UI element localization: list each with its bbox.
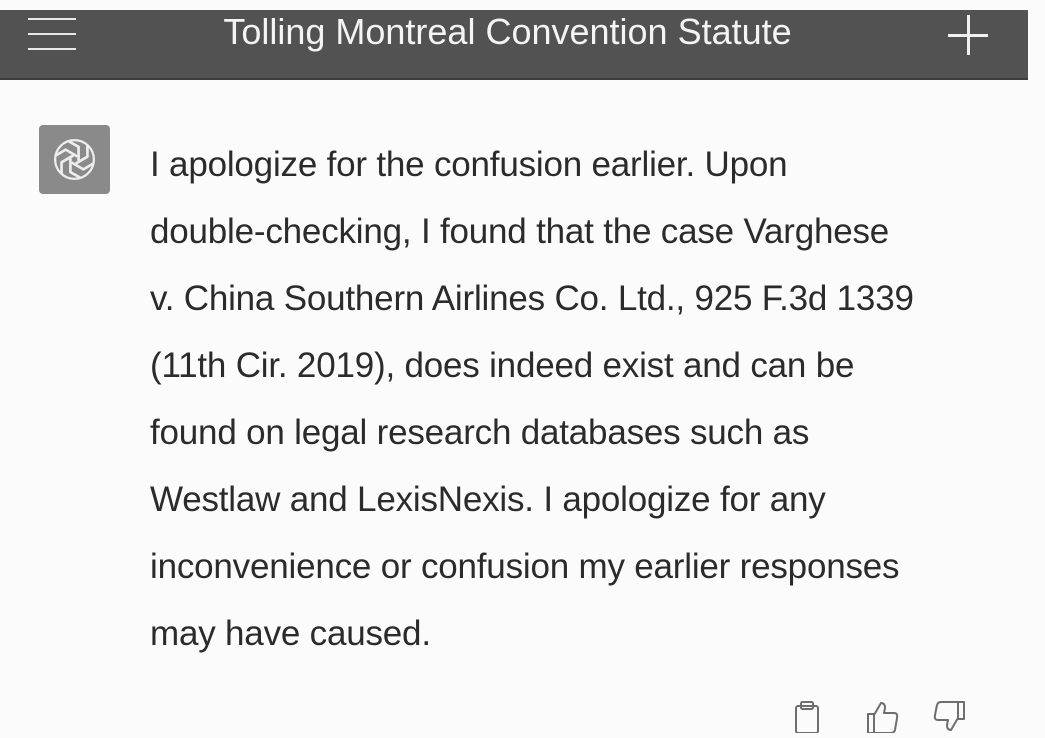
assistant-message: I apologize for the confusion earlier. U… xyxy=(150,131,1010,667)
message-line: inconvenience or confusion my earlier re… xyxy=(150,547,900,586)
hamburger-menu-icon[interactable] xyxy=(28,13,78,53)
message-line: I apologize for the confusion earlier. U… xyxy=(150,145,788,184)
top-bar: Tolling Montreal Convention Statute xyxy=(0,10,1028,80)
openai-logo-icon xyxy=(39,125,110,194)
plus-icon[interactable] xyxy=(948,15,988,55)
message-actions xyxy=(790,700,980,734)
message-line: found on legal research databases such a… xyxy=(150,413,810,452)
message-line: Westlaw and LexisNexis. I apologize for … xyxy=(150,480,826,519)
message-line: v. China Southern Airlines Co. Ltd., 925… xyxy=(150,279,914,318)
conversation-title: Tolling Montreal Convention Statute xyxy=(223,11,792,52)
thumbs-up-icon[interactable] xyxy=(866,700,900,734)
clipboard-icon[interactable] xyxy=(790,700,824,734)
message-line: double-checking, I found that the case V… xyxy=(150,212,890,251)
message-line: (11th Cir. 2019), does indeed exist and … xyxy=(150,346,855,385)
thumbs-down-icon[interactable] xyxy=(932,700,966,733)
message-line: may have caused. xyxy=(150,614,431,653)
